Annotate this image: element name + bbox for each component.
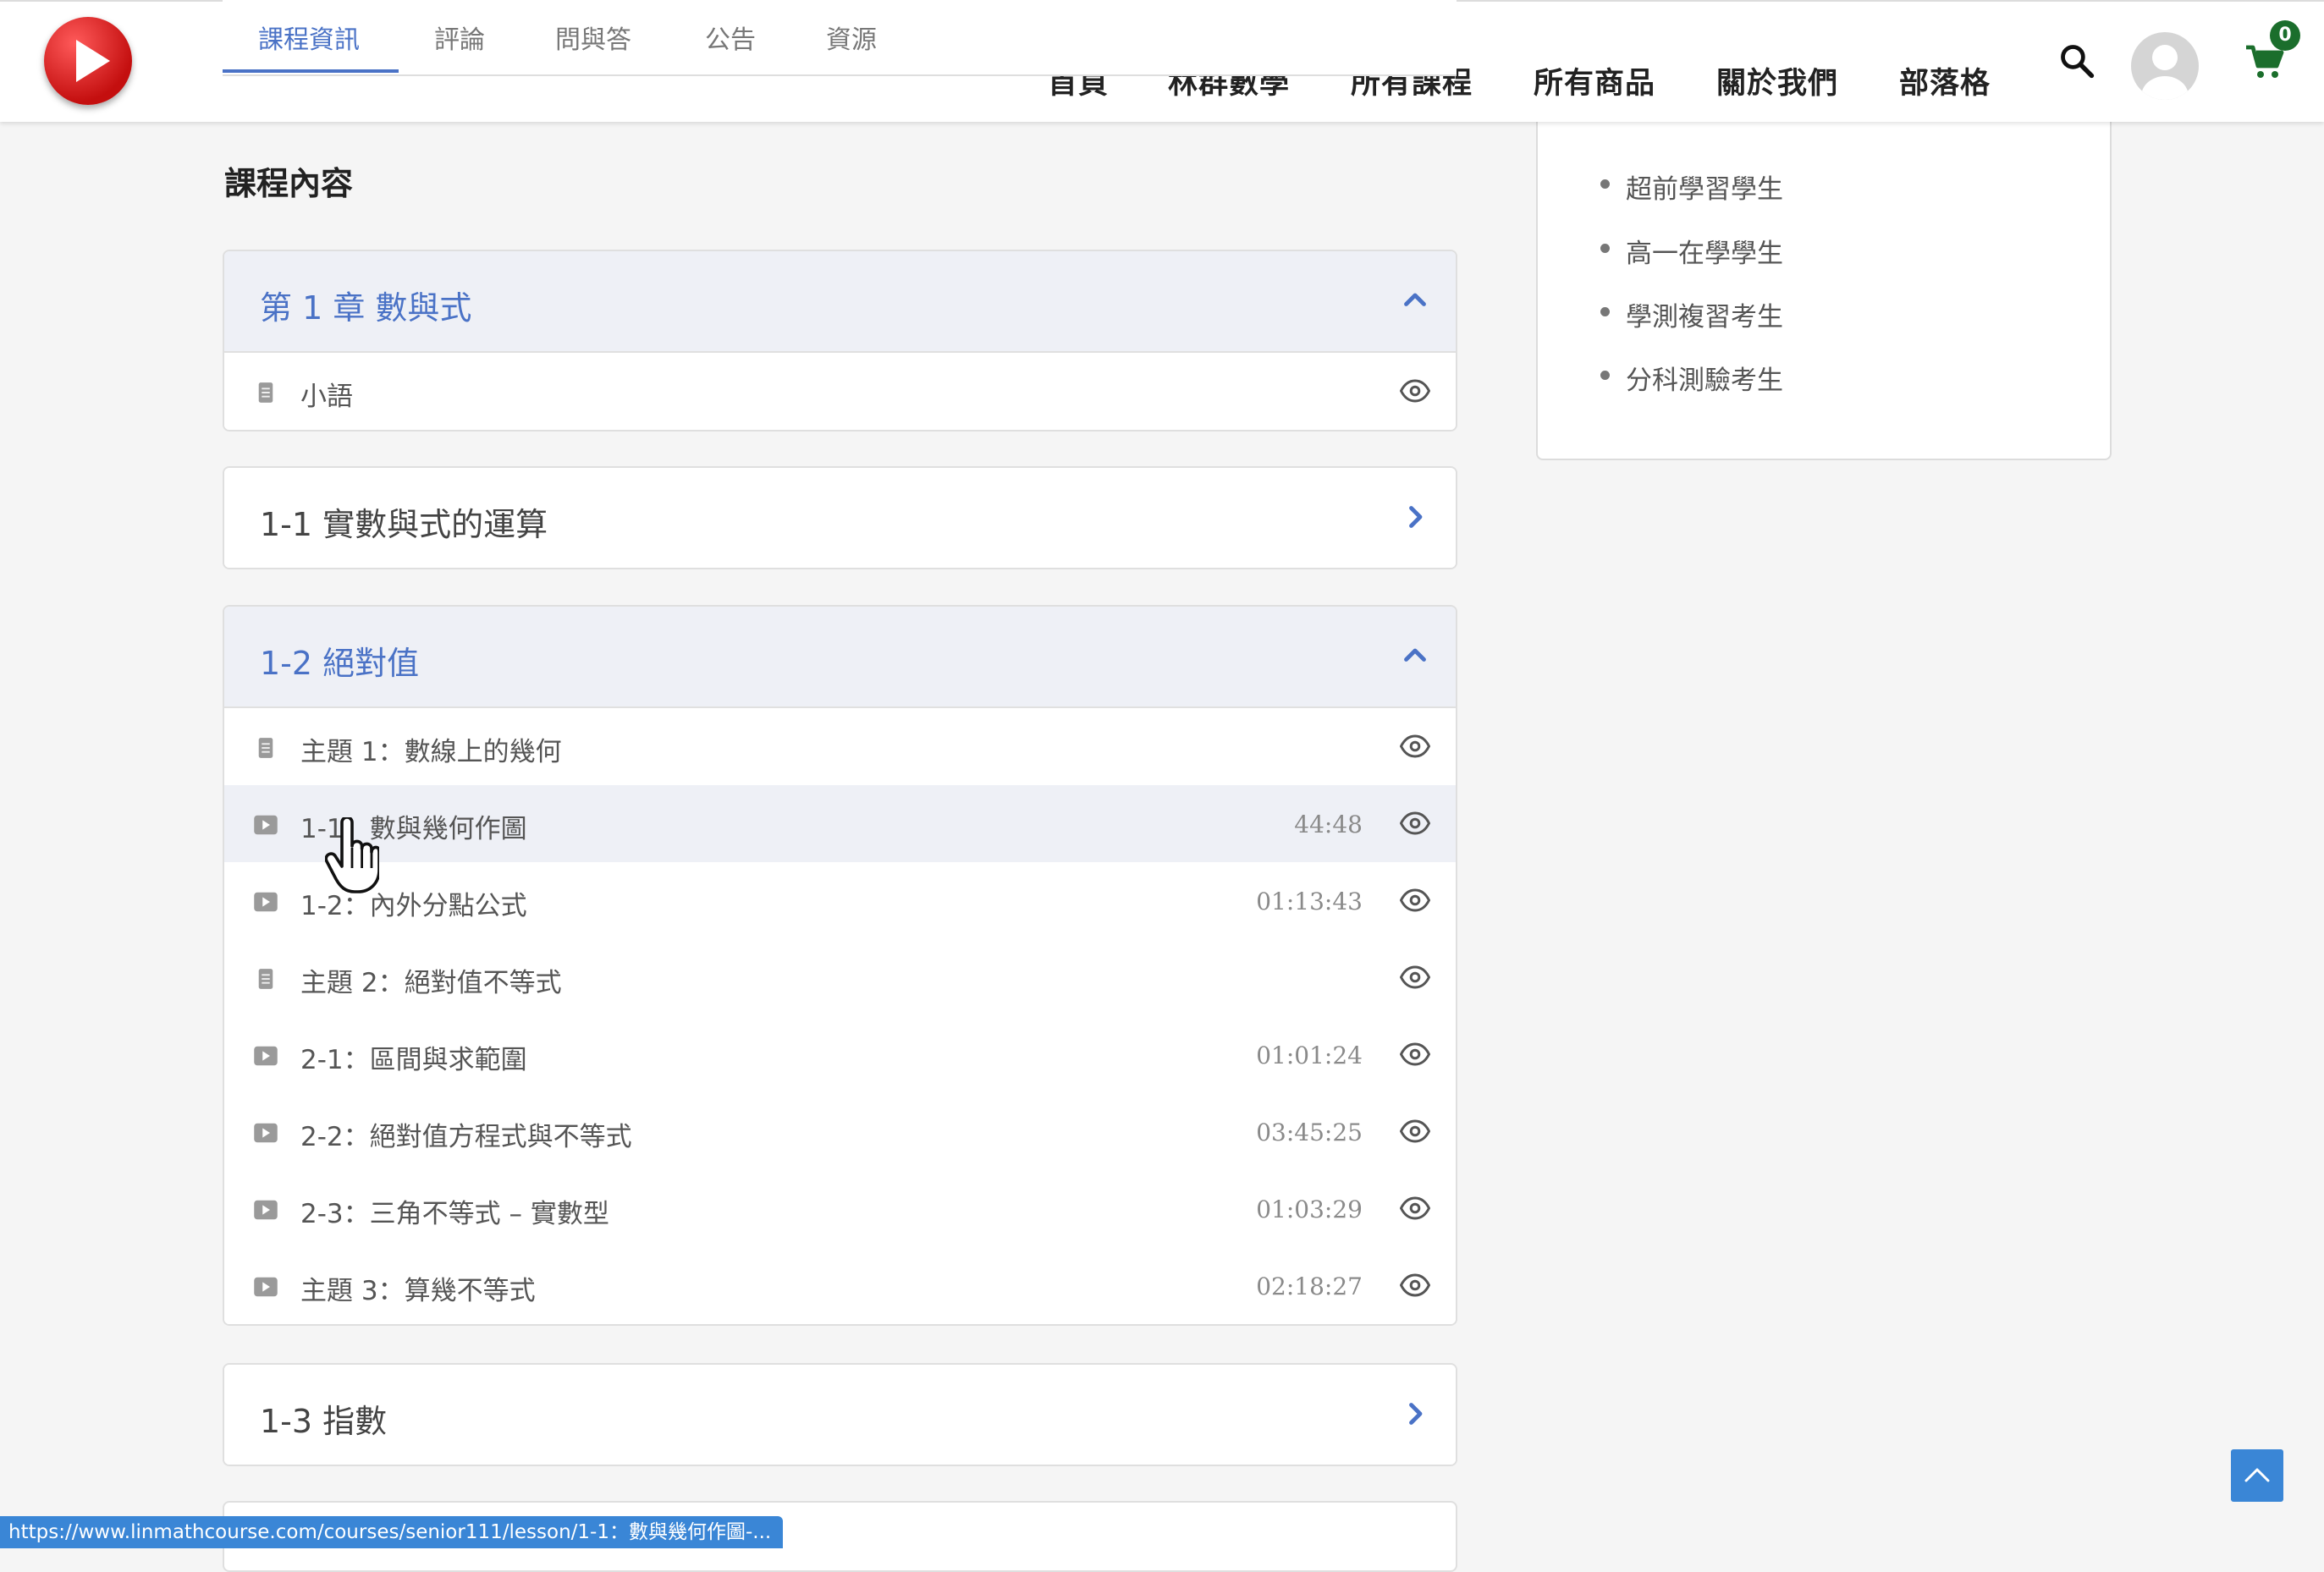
eye-icon[interactable] [1400,1272,1430,1298]
chapter-title: 1-3 指數 [260,1403,388,1440]
chapter-panel: 1-2 絕對值 主題 1：數線上的幾何 1-1：數與幾何作圖 44:48 1-2… [223,605,1457,1326]
nav-all-products[interactable]: 所有商品 [1534,59,1655,102]
bullet [1600,307,1610,316]
tab-course-info[interactable]: 課程資訊 [258,19,360,56]
audience-item: 高一在學學生 [1626,239,1783,269]
video-icon [254,1200,278,1220]
chapter-title: 1-2 絕對值 [260,645,420,682]
chapter-title: 1-1 實數與式的運算 [260,506,548,543]
document-icon [258,738,273,758]
eye-icon[interactable] [1400,811,1430,836]
arrow-up-icon [2244,1468,2270,1482]
lesson-row[interactable]: 1-2：內外分點公式 01:13:43 [224,862,1456,939]
search-icon[interactable] [2058,42,2095,80]
lesson-duration: 01:03:29 [1256,1195,1363,1223]
hand-cursor-icon [325,817,379,893]
audience-item: 超前學習學生 [1626,174,1783,205]
lesson-duration: 02:18:27 [1256,1272,1363,1300]
lesson-title: 2-1：區間與求範圍 [300,1045,527,1075]
bullet [1600,179,1610,189]
eye-icon[interactable] [1400,888,1430,913]
chapter-title: 第 1 章 數與式 [260,289,472,327]
lesson-title: 主題 2：絕對值不等式 [300,968,562,998]
lesson-title: 2-2：絕對值方程式與不等式 [300,1122,632,1152]
chapter-header[interactable]: 1-1 實數與式的運算 [224,468,1456,568]
lesson-title: 2-3：三角不等式 – 實數型 [300,1199,609,1229]
lesson-row[interactable]: 小語 [224,353,1456,430]
eye-icon[interactable] [1400,1195,1430,1221]
site-logo[interactable] [44,17,132,105]
tab-announcements[interactable]: 公告 [705,19,756,56]
eye-icon[interactable] [1400,734,1430,759]
lesson-row[interactable]: 2-3：三角不等式 – 實數型 01:03:29 [224,1170,1456,1247]
scroll-to-top-button[interactable] [2231,1449,2283,1502]
eye-icon[interactable] [1400,1119,1430,1144]
chevron-up-icon [1404,293,1426,306]
chapter-header[interactable]: 第 1 章 數與式 [224,251,1456,353]
bullet [1600,244,1610,253]
lesson-row[interactable]: 1-1：數與幾何作圖 44:48 [224,785,1456,862]
eye-icon[interactable] [1400,1042,1430,1067]
chapter-panel: 1-3 指數 [223,1363,1457,1466]
lesson-row[interactable]: 2-1：區間與求範圍 01:01:24 [224,1016,1456,1093]
video-icon [254,1123,278,1143]
lesson-duration: 01:13:43 [1256,888,1363,915]
target-audience-box: 超前學習學生 高一在學學生 學測複習考生 分科測驗考生 [1536,68,2112,460]
chevron-up-icon [1404,648,1426,662]
lesson-title: 主題 1：數線上的幾何 [300,737,562,767]
cart-count-badge: 0 [2270,20,2300,51]
video-icon [254,815,278,835]
tab-resources[interactable]: 資源 [826,19,877,56]
lesson-title: 小語 [300,382,353,412]
chapter-header[interactable]: 1-2 絕對值 [224,607,1456,708]
chapter-header[interactable]: 1-3 指數 [224,1365,1456,1465]
link-status-bar: https://www.linmathcourse.com/courses/se… [0,1516,783,1548]
video-icon [254,1046,278,1066]
course-content-title: 課程內容 [224,165,354,202]
active-tab-indicator [223,69,399,73]
document-icon [258,969,273,989]
lesson-duration: 01:01:24 [1256,1042,1363,1069]
tab-reviews[interactable]: 評論 [434,19,485,56]
video-icon [254,892,278,912]
chevron-right-icon [1409,1403,1423,1425]
course-tabs: 課程資訊 評論 問與答 公告 資源 [223,0,1457,76]
nav-blog[interactable]: 部落格 [1899,59,1991,102]
user-avatar-icon[interactable] [2131,32,2199,100]
lesson-duration: 03:45:25 [1256,1119,1363,1146]
lesson-row[interactable]: 主題 2：絕對值不等式 [224,939,1456,1016]
document-icon [258,382,273,403]
eye-icon[interactable] [1400,965,1430,990]
eye-icon[interactable] [1400,378,1430,404]
audience-item: 分科測驗考生 [1626,366,1783,396]
chapter-panel: 1-1 實數與式的運算 [223,466,1457,569]
tab-qa[interactable]: 問與答 [555,19,631,56]
chevron-right-icon [1409,506,1423,528]
chapter-panel: 第 1 章 數與式 小語 [223,250,1457,431]
lesson-row[interactable]: 2-2：絕對值方程式與不等式 03:45:25 [224,1093,1456,1170]
nav-about-us[interactable]: 關於我們 [1716,59,1838,102]
lesson-row[interactable]: 主題 3：算幾不等式 02:18:27 [224,1247,1456,1324]
lesson-duration: 44:48 [1294,811,1363,838]
audience-item: 學測複習考生 [1626,302,1783,333]
lesson-row[interactable]: 主題 1：數線上的幾何 [224,708,1456,785]
video-icon [254,1277,278,1297]
lesson-title: 主題 3：算幾不等式 [300,1276,536,1306]
bullet [1600,371,1610,380]
